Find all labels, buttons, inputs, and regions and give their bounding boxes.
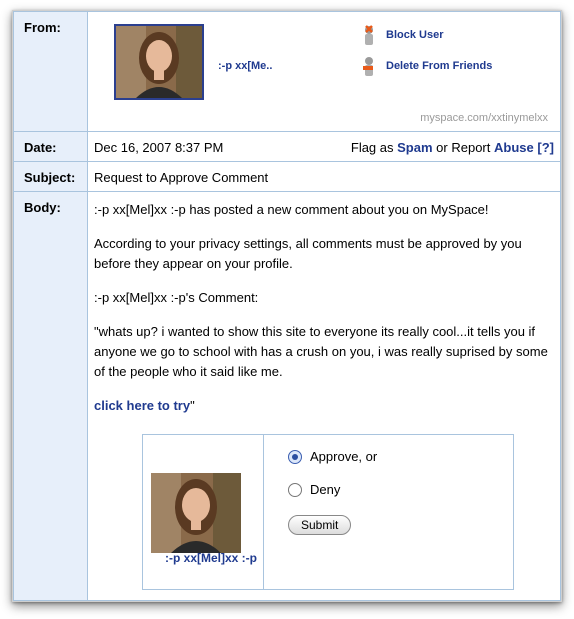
message-table: From: :-p xx[Me.. Block User Delete From… — [13, 11, 561, 601]
quote-close: " — [190, 398, 195, 413]
commenter-photo[interactable] — [151, 473, 241, 553]
date-cell: Dec 16, 2007 8:37 PM Flag as Spam or Rep… — [87, 131, 561, 162]
block-user-action[interactable]: Block User — [362, 24, 443, 46]
flag-actions: Flag as Spam or Report Abuse [?] — [351, 140, 554, 155]
deny-option[interactable]: Deny — [288, 482, 377, 497]
approve-radio[interactable] — [288, 449, 302, 464]
delete-friend-label: Delete From Friends — [386, 60, 493, 72]
message-panel: From: :-p xx[Me.. Block User Delete From… — [12, 10, 562, 602]
profile-url: myspace.com/xxtinymelxx — [420, 112, 548, 124]
block-user-icon — [362, 24, 380, 46]
help-link[interactable]: ? — [542, 140, 550, 155]
body-cell: :-p xx[Mel]xx :-p has posted a new comme… — [87, 191, 561, 601]
body-line-3: :-p xx[Mel]xx :-p's Comment: — [94, 290, 259, 305]
approve-comment-box: :-p xx[Mel]xx :-p Approve, or Deny Submi… — [142, 434, 514, 590]
or-report-text: or Report — [436, 140, 491, 155]
sender-photo[interactable] — [114, 24, 204, 100]
date-label: Date: — [13, 131, 88, 162]
click-here-link[interactable]: click here to try — [94, 398, 190, 413]
body-line-1: :-p xx[Mel]xx :-p has posted a new comme… — [94, 202, 489, 217]
spam-link[interactable]: Spam — [397, 140, 432, 155]
help-bracket-close: ] — [549, 140, 554, 155]
comment-quote: "whats up? i wanted to show this site to… — [94, 324, 548, 379]
commenter-panel: :-p xx[Mel]xx :-p — [143, 435, 264, 589]
from-label: From: — [13, 11, 88, 132]
subject-value: Request to Approve Comment — [87, 161, 561, 192]
delete-friend-icon — [362, 55, 380, 77]
body-label: Body: — [13, 191, 88, 601]
approve-option[interactable]: Approve, or — [288, 449, 377, 464]
approve-options: Approve, or Deny Submit — [264, 435, 377, 589]
deny-radio[interactable] — [288, 482, 302, 497]
approve-label: Approve, or — [310, 449, 378, 464]
try-link-line: click here to try" — [94, 396, 554, 416]
body-line-2: According to your privacy settings, all … — [94, 236, 522, 271]
flag-prefix: Flag as — [350, 140, 394, 155]
delete-friend-action[interactable]: Delete From Friends — [362, 55, 492, 77]
sender-name-link[interactable]: :-p xx[Me.. — [218, 60, 272, 72]
submit-button[interactable]: Submit — [288, 515, 352, 535]
subject-label: Subject: — [13, 161, 88, 192]
from-cell: :-p xx[Me.. Block User Delete From Frien… — [87, 11, 561, 132]
date-value: Dec 16, 2007 8:37 PM — [94, 140, 224, 155]
block-user-label: Block User — [386, 29, 444, 41]
commenter-name-link[interactable]: :-p xx[Mel]xx :-p — [151, 551, 257, 566]
deny-label: Deny — [310, 482, 341, 497]
abuse-link[interactable]: Abuse — [494, 140, 534, 155]
